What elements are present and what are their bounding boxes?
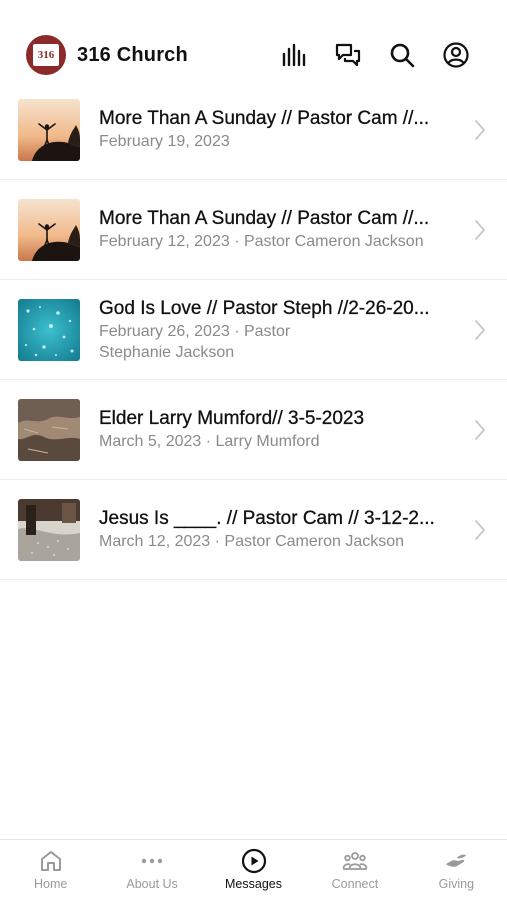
message-thumbnail [18, 398, 80, 461]
sunset-person-icon [18, 198, 80, 261]
message-row[interactable]: Jesus Is ____. // Pastor Cam // 3-12-2..… [0, 480, 507, 580]
chat-button[interactable] [321, 33, 375, 77]
giving-hand-icon [446, 854, 467, 867]
message-subtitle: February 19, 2023 [99, 133, 230, 150]
church-logo[interactable]: 316 [26, 35, 66, 75]
message-subtitle: February 26, 2023 · Pastor [99, 322, 291, 340]
app-title: 316 Church [77, 43, 188, 66]
chevron-right-icon [475, 519, 485, 540]
message-text: More Than A Sunday // Pastor Cam //... F… [99, 207, 455, 252]
message-row[interactable]: Elder Larry Mumford// 3-5-2023 March 5, … [0, 380, 507, 480]
tab-messages[interactable]: Messages [203, 840, 304, 900]
chevron-right-icon [475, 119, 485, 140]
tab-messages-label: Messages [225, 877, 282, 891]
message-subtitle-line2: Stephanie Jackson [99, 343, 235, 361]
account-button[interactable] [429, 33, 483, 77]
bottom-tab-bar: Home About Us Messages Connect Giving [0, 839, 507, 900]
message-thumbnail [18, 98, 80, 161]
tab-home[interactable]: Home [0, 840, 101, 900]
tab-connect[interactable]: Connect [304, 840, 405, 900]
search-icon [390, 43, 415, 68]
home-icon [40, 851, 61, 871]
tab-about-us[interactable]: About Us [101, 840, 202, 900]
tab-home-label: Home [34, 877, 68, 891]
message-thumbnail [18, 298, 80, 361]
tab-connect-label: Connect [331, 877, 379, 891]
message-title: More Than A Sunday // Pastor Cam //... [99, 208, 430, 229]
message-subtitle: March 12, 2023 · Pastor Cameron Jackson [99, 533, 405, 550]
message-text: More Than A Sunday // Pastor Cam //... F… [99, 107, 455, 152]
account-icon [443, 42, 469, 68]
message-row[interactable]: God Is Love // Pastor Steph //2-26-20...… [0, 280, 507, 380]
chevron-right-icon [475, 319, 485, 340]
audio-button[interactable] [267, 33, 321, 77]
message-text: God Is Love // Pastor Steph //2-26-20...… [99, 297, 455, 363]
header-actions [267, 33, 483, 77]
tab-giving-label: Giving [438, 877, 475, 891]
message-text: Elder Larry Mumford// 3-5-2023 March 5, … [99, 407, 455, 452]
ellipsis-icon [141, 858, 163, 864]
message-subtitle: March 5, 2023 · Larry Mumford [99, 433, 320, 450]
message-title: More Than A Sunday // Pastor Cam //... [99, 108, 430, 129]
message-row[interactable]: More Than A Sunday // Pastor Cam //... F… [0, 180, 507, 280]
message-text: Jesus Is ____. // Pastor Cam // 3-12-2..… [99, 507, 455, 552]
message-title: Elder Larry Mumford// 3-5-2023 [99, 408, 365, 429]
app-root: 316 316 Church More Than A Sunday // Pas… [0, 0, 507, 900]
teal-sparkle-icon [18, 298, 80, 361]
logo-text: 316 [31, 42, 61, 68]
chevron-right-icon [475, 419, 485, 440]
sunset-person-icon [18, 98, 80, 161]
tab-about-us-label: About Us [126, 877, 178, 891]
audio-bars-icon [282, 43, 306, 67]
canyon-icon [18, 398, 80, 461]
message-thumbnail [18, 198, 80, 261]
tab-giving[interactable]: Giving [406, 840, 507, 900]
play-circle-icon [241, 848, 266, 874]
message-subtitle: February 12, 2023 · Pastor Cameron Jacks… [99, 233, 424, 250]
message-thumbnail [18, 498, 80, 561]
message-title: Jesus Is ____. // Pastor Cam // 3-12-2..… [99, 508, 435, 529]
group-icon [342, 852, 368, 870]
chevron-right-icon [475, 219, 485, 240]
message-list: More Than A Sunday // Pastor Cam //... F… [0, 80, 507, 580]
interior-icon [18, 498, 80, 561]
message-row[interactable]: More Than A Sunday // Pastor Cam //... F… [0, 80, 507, 180]
chat-bubbles-icon [335, 43, 361, 67]
search-button[interactable] [375, 33, 429, 77]
message-title: God Is Love // Pastor Steph //2-26-20... [99, 297, 430, 319]
